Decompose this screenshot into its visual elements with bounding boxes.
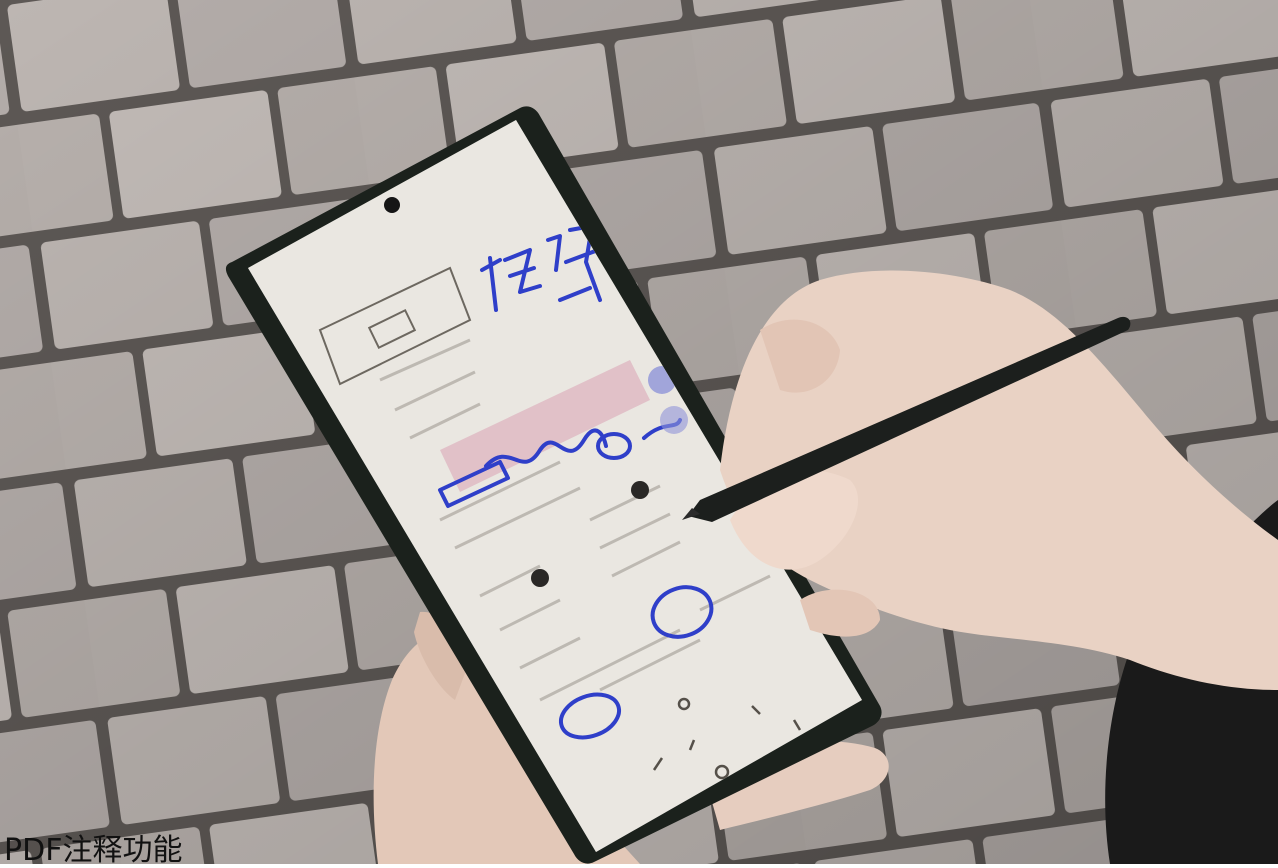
caption: PDF注释功能	[4, 833, 183, 868]
photo	[0, 0, 1278, 864]
